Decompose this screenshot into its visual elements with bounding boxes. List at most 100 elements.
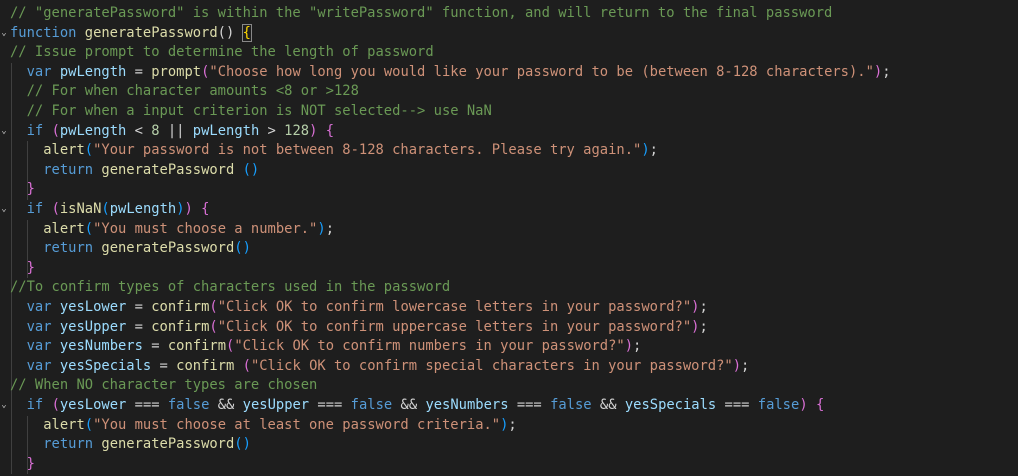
code-token: confirm <box>167 338 227 355</box>
code-line[interactable]: //To confirm types of characters used in… <box>0 278 1018 298</box>
code-token: yesNumbers <box>425 397 509 413</box>
code-text: return generatePassword() <box>10 435 251 455</box>
code-text: var yesUpper = confirm("Click OK to conf… <box>10 318 708 338</box>
code-token: "Choose how long you would like your pas… <box>209 63 874 80</box>
code-token: ( <box>51 201 60 217</box>
code-token: yesNumbers <box>59 338 143 355</box>
code-token: () <box>217 24 243 41</box>
code-token: ( <box>209 318 218 335</box>
code-token: ) <box>176 201 185 217</box>
code-line[interactable]: ⌄ if (yesLower === false && yesUpper ===… <box>0 396 1018 416</box>
code-token: // "generatePassword" is within the "wri… <box>10 5 833 21</box>
code-token: pwLength <box>59 122 127 139</box>
code-token: ( <box>84 220 94 237</box>
code-token: generatePassword <box>101 436 235 453</box>
code-text: alert("You must choose a number."); <box>10 220 334 240</box>
code-token: false <box>350 397 393 413</box>
code-token: ; <box>882 63 891 80</box>
code-token: ; <box>741 357 750 374</box>
fold-chevron-icon[interactable]: ⌄ <box>0 122 8 142</box>
code-text: if (pwLength < 8 || pwLength > 128) { <box>10 122 334 142</box>
code-line[interactable]: return generatePassword () <box>0 161 1018 181</box>
code-text: //To confirm types of characters used in… <box>10 278 450 298</box>
code-token: yesUpper <box>59 318 127 335</box>
code-token: pwLength <box>59 63 127 80</box>
code-text: if (yesLower === false && yesUpper === f… <box>10 396 825 416</box>
code-line[interactable]: alert("You must choose at least one pass… <box>0 416 1018 436</box>
code-token: ) <box>641 142 650 159</box>
code-token: ; <box>633 338 642 355</box>
code-token: ; <box>699 299 708 315</box>
fold-chevron-icon[interactable]: ⌄ <box>0 24 8 44</box>
code-line[interactable]: var yesUpper = confirm("Click OK to conf… <box>0 318 1018 338</box>
code-token: "Your password is not between 8-128 char… <box>93 142 642 159</box>
code-token: ) <box>732 357 742 374</box>
code-line[interactable]: return generatePassword() <box>0 435 1018 455</box>
code-token: { <box>325 122 335 139</box>
code-token: alert <box>43 220 85 237</box>
code-token: ; <box>508 416 517 433</box>
code-line[interactable]: // "generatePassword" is within the "wri… <box>0 4 1018 24</box>
code-token: confirm <box>151 318 210 335</box>
code-token: function <box>10 24 77 41</box>
code-line[interactable]: alert("You must choose a number."); <box>0 220 1018 240</box>
code-token: } <box>26 259 35 276</box>
code-token: var <box>26 318 52 335</box>
code-editor[interactable]: // "generatePassword" is within the "wri… <box>0 0 1018 476</box>
code-text: alert("Your password is not between 8-12… <box>10 141 658 161</box>
code-token: ) <box>624 338 634 355</box>
code-token: alert <box>43 416 85 433</box>
code-token: if <box>26 201 44 217</box>
code-line[interactable]: } <box>0 259 1018 279</box>
code-token: ( <box>209 299 218 315</box>
code-token: generatePassword <box>84 24 218 41</box>
code-token: var <box>26 338 52 355</box>
code-token: isNaN <box>59 201 102 217</box>
code-token: yesUpper <box>242 397 310 413</box>
code-line[interactable]: } <box>0 180 1018 200</box>
code-line[interactable]: var yesSpecials = confirm ("Click OK to … <box>0 357 1018 377</box>
code-token: // When NO character types are chosen <box>10 377 318 394</box>
code-line[interactable]: ⌄ function generatePassword() { <box>0 23 1018 44</box>
code-text: if (isNaN(pwLength)) { <box>10 200 210 220</box>
code-line[interactable]: // For when a input criterion is NOT sel… <box>0 102 1018 122</box>
code-line[interactable]: // When NO character types are chosen <box>0 376 1018 396</box>
code-line[interactable]: return generatePassword() <box>0 239 1018 259</box>
code-line[interactable]: // For when character amounts <8 or >128 <box>0 82 1018 102</box>
code-line[interactable]: alert("Your password is not between 8-12… <box>0 141 1018 161</box>
code-token: ; <box>649 142 658 159</box>
code-token: false <box>167 397 210 413</box>
code-text: // For when a input criterion is NOT sel… <box>10 102 492 122</box>
code-token: prompt <box>151 63 202 80</box>
code-line[interactable]: var pwLength = prompt("Choose how long y… <box>0 63 1018 83</box>
code-line[interactable]: ⌄ if (pwLength < 8 || pwLength > 128) { <box>0 122 1018 142</box>
code-token: yesLower <box>59 299 127 315</box>
matched-brace: { <box>241 23 252 42</box>
code-text: return generatePassword () <box>10 161 259 181</box>
code-line[interactable]: ⌄ if (isNaN(pwLength)) { <box>0 200 1018 220</box>
code-line[interactable]: var yesLower = confirm("Click OK to conf… <box>0 298 1018 318</box>
code-line[interactable]: } <box>0 455 1018 475</box>
fold-chevron-icon[interactable]: ⌄ <box>0 200 8 220</box>
code-line[interactable]: var yesNumbers = confirm("Click OK to co… <box>0 337 1018 357</box>
code-token: ( <box>242 357 251 374</box>
code-token: // Issue prompt to determine the length … <box>10 44 434 61</box>
fold-chevron-icon[interactable]: ⌄ <box>0 396 8 416</box>
code-line[interactable]: // Issue prompt to determine the length … <box>0 43 1018 63</box>
code-token: if <box>26 122 44 139</box>
